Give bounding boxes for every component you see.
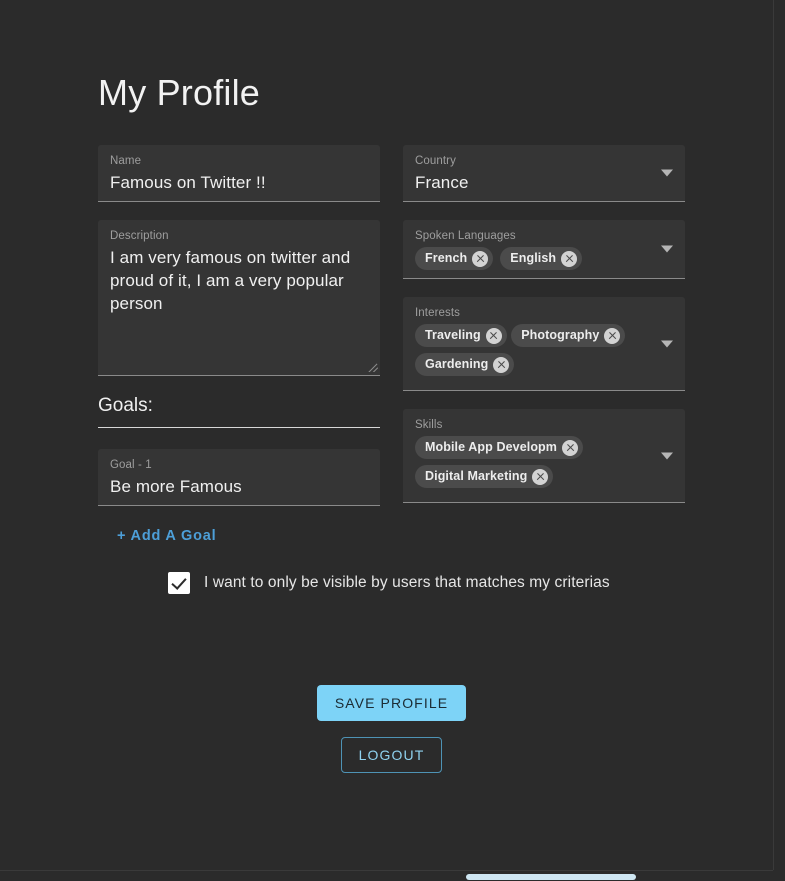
interests-field[interactable]: Interests Traveling Photography Gardenin…	[403, 297, 685, 391]
profile-content: My Profile Name Famous on Twitter !! Des…	[0, 0, 773, 874]
skills-field[interactable]: Skills Mobile App Development Digital Ma…	[403, 409, 685, 503]
chip-label: French	[425, 251, 468, 265]
right-column: Country France Spoken Languages French E…	[403, 145, 685, 521]
chevron-down-icon[interactable]	[661, 340, 673, 347]
chip[interactable]: Mobile App Development	[415, 436, 583, 459]
visibility-checkbox[interactable]	[168, 572, 190, 594]
interests-label: Interests	[415, 307, 461, 319]
spoken-languages-field[interactable]: Spoken Languages French English	[403, 220, 685, 279]
spoken-languages-chips: French English	[415, 247, 651, 270]
chip-label: Traveling	[425, 328, 481, 342]
description-field-value: I am very famous on twitter and proud of…	[110, 248, 356, 313]
name-field[interactable]: Name Famous on Twitter !!	[98, 145, 380, 202]
chip-label: English	[510, 251, 557, 265]
chip-label: Digital Marketing	[425, 469, 528, 483]
goal-1-value: Be more Famous	[110, 477, 242, 496]
skills-label: Skills	[415, 419, 443, 431]
close-icon[interactable]	[561, 250, 578, 267]
chevron-down-icon[interactable]	[661, 245, 673, 253]
goal-1-field[interactable]: Goal - 1 Be more Famous	[98, 449, 380, 506]
country-field[interactable]: Country France	[403, 145, 685, 202]
close-icon[interactable]	[493, 356, 510, 373]
logout-button[interactable]: LOGOUT	[341, 737, 442, 773]
goal-1-label: Goal - 1	[110, 459, 152, 471]
chevron-down-icon[interactable]	[661, 452, 673, 459]
visibility-checkbox-label: I want to only be visible by users that …	[204, 574, 610, 591]
resize-handle-icon[interactable]	[366, 360, 378, 372]
save-profile-button[interactable]: SAVE PROFILE	[317, 685, 466, 721]
close-icon[interactable]	[532, 468, 549, 485]
goals-heading: Goals:	[98, 394, 380, 428]
chip-label: Photography	[521, 328, 600, 342]
left-column: Name Famous on Twitter !! Description I …	[98, 145, 380, 545]
spoken-languages-label: Spoken Languages	[415, 230, 516, 242]
chip[interactable]: French	[415, 247, 494, 270]
chip[interactable]: Digital Marketing	[415, 465, 554, 488]
chip[interactable]: English	[500, 247, 583, 270]
skills-chips: Mobile App Development Digital Marketing	[415, 436, 651, 494]
vertical-scrollbar[interactable]	[773, 0, 785, 874]
description-field-label: Description	[110, 230, 169, 242]
close-icon[interactable]	[562, 439, 578, 456]
page-title: My Profile	[98, 72, 261, 114]
chip[interactable]: Photography	[511, 324, 626, 347]
name-field-value: Famous on Twitter !!	[110, 173, 266, 192]
name-field-label: Name	[110, 155, 142, 167]
chevron-down-icon[interactable]	[661, 169, 673, 177]
description-field[interactable]: Description I am very famous on twitter …	[98, 220, 380, 376]
close-icon[interactable]	[604, 327, 621, 344]
add-goal-button[interactable]: + Add A Goal	[117, 528, 216, 544]
country-field-label: Country	[415, 155, 456, 167]
close-icon[interactable]	[485, 327, 502, 344]
horizontal-scrollbar[interactable]	[0, 870, 773, 881]
horizontal-scrollbar-thumb[interactable]	[466, 874, 636, 880]
chip[interactable]: Gardening	[415, 353, 515, 376]
visibility-checkbox-row[interactable]: I want to only be visible by users that …	[168, 572, 610, 594]
interests-chips: Traveling Photography Gardening	[415, 324, 651, 382]
chip[interactable]: Traveling	[415, 324, 507, 347]
close-icon[interactable]	[472, 250, 489, 267]
chip-label: Gardening	[425, 357, 489, 371]
profile-page: My Profile Name Famous on Twitter !! Des…	[0, 0, 785, 881]
chip-label: Mobile App Development	[425, 440, 557, 454]
scrollbar-corner	[773, 870, 785, 881]
country-field-value: France	[415, 173, 469, 192]
